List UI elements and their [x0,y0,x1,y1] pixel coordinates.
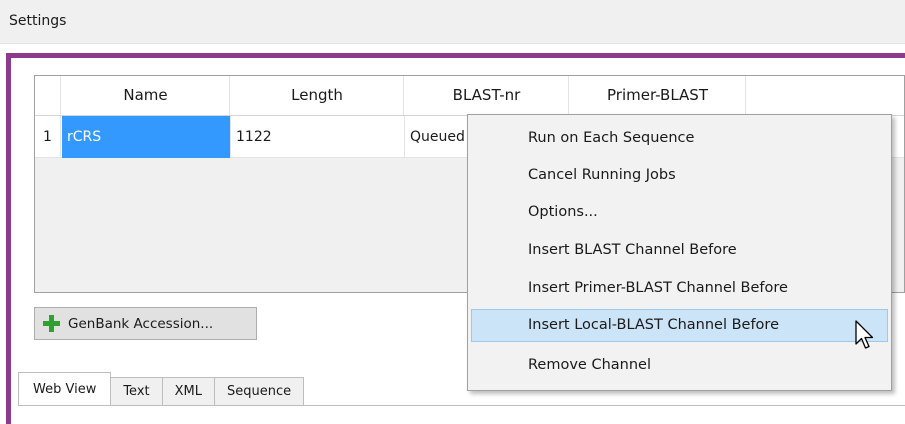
tab-sequence[interactable]: Sequence [214,377,305,406]
plus-icon [43,315,60,332]
cell-length[interactable]: 1122 [231,116,405,158]
settings-header: Settings [0,0,905,44]
menu-item-remove-channel[interactable]: Remove Channel [471,349,888,382]
menu-item-cancel-running-jobs[interactable]: Cancel Running Jobs [471,159,888,192]
genbank-accession-button[interactable]: GenBank Accession... [34,307,257,340]
column-header-name[interactable]: Name [62,76,230,115]
arrow-cursor-icon [855,320,874,349]
row-number[interactable]: 1 [35,116,61,158]
column-header-blast-nr[interactable]: BLAST-nr [405,76,569,115]
menu-item-insert-blast-channel[interactable]: Insert BLAST Channel Before [471,234,888,267]
menu-item-insert-local-blast-channel[interactable]: Insert Local-BLAST Channel Before [471,309,888,342]
context-menu: Run on Each Sequence Cancel Running Jobs… [467,114,892,391]
menu-item-run-on-each-sequence[interactable]: Run on Each Sequence [471,122,888,155]
column-header-length[interactable]: Length [231,76,404,115]
genbank-button-label: GenBank Accession... [68,315,214,332]
settings-title: Settings [9,13,67,29]
cell-name[interactable]: rCRS [62,116,231,158]
menu-item-insert-primer-blast-channel[interactable]: Insert Primer-BLAST Channel Before [471,272,888,305]
column-header-primer-blast[interactable]: Primer-BLAST [570,76,746,115]
tab-web-view[interactable]: Web View [18,372,112,406]
tab-panel-border [18,405,905,406]
menu-item-options[interactable]: Options... [471,196,888,229]
grid-corner[interactable] [35,76,61,115]
header-divider [0,43,905,44]
grid-header: Name Length BLAST-nr Primer-BLAST [35,76,904,116]
tab-xml[interactable]: XML [161,377,215,406]
tab-text[interactable]: Text [110,377,163,406]
view-tabs: Web View Text XML Sequence [18,372,305,406]
